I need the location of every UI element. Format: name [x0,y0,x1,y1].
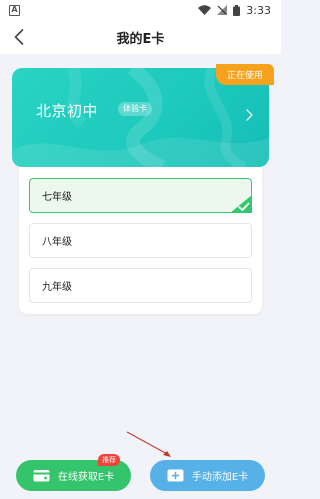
grade-option-label: 九年级 [42,282,72,293]
chevron-left-icon [14,29,24,45]
back-button[interactable] [8,26,30,48]
grade-option-9[interactable]: 九年级 [29,268,252,303]
status-bar-right: 3:33 [198,4,271,17]
in-use-badge: 正在使用 [216,64,274,85]
battery-icon [233,4,241,16]
status-bar-left: A [9,4,20,16]
wifi-icon [198,5,212,15]
add-card-icon [167,469,184,482]
grade-option-label: 七年级 [42,192,72,203]
wallet-icon [33,470,50,482]
check-icon [230,195,252,213]
manual-add-ecard-label: 手动添加E卡 [191,472,249,483]
recommended-badge: 推荐 [98,454,120,466]
pointer-arrow-annotation [126,431,171,457]
notification-icon: A [9,4,20,16]
status-time: 3:33 [246,3,271,17]
page-title: 我的E卡 [116,31,165,47]
nav-bar: 我的E卡 [0,20,281,54]
grade-option-label: 八年级 [42,237,72,248]
online-get-ecard-label: 在线获取E卡 [57,472,115,483]
grade-option-7[interactable]: 七年级 [29,178,252,213]
card-school-name: 北京初中 [36,102,99,120]
manual-add-ecard-button[interactable]: 手动添加E卡 [150,460,265,491]
status-bar: A 3:33 [0,0,281,20]
card-type-tag: 体验卡 [118,102,152,116]
chevron-right-icon [246,109,253,121]
grade-option-8[interactable]: 八年级 [29,223,252,258]
signal-off-icon [217,5,228,15]
